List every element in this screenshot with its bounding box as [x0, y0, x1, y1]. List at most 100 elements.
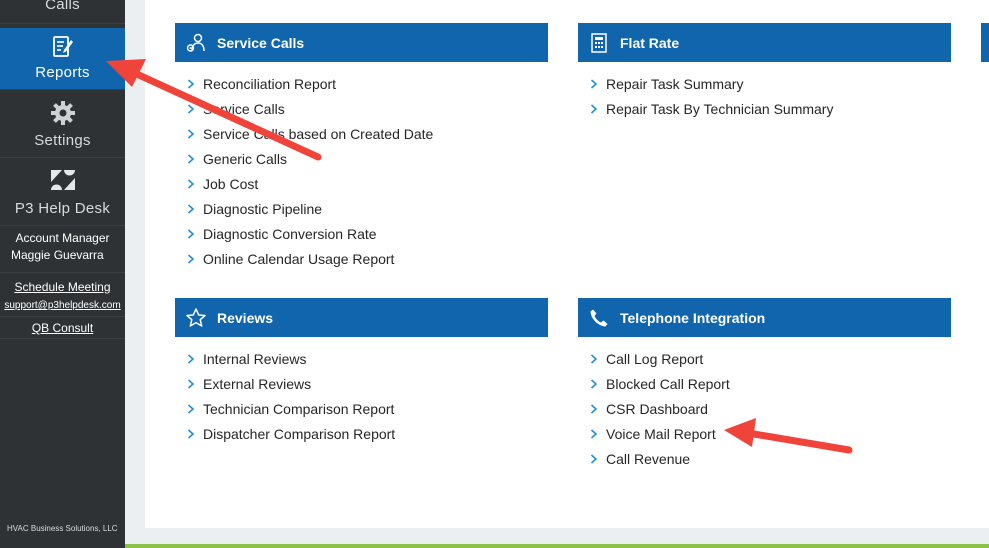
report-link-label: Call Log Report — [606, 350, 704, 367]
account-manager: Account Manager Maggie Guevarra — [0, 230, 125, 264]
chevron-right-icon — [590, 103, 606, 114]
report-list: Call Log Report Blocked Call Report CSR … — [578, 337, 951, 471]
report-link-external-reviews[interactable]: External Reviews — [187, 371, 548, 396]
chevron-right-icon — [187, 378, 203, 389]
chevron-right-icon — [590, 428, 606, 439]
sidebar-item-label: Reports — [35, 64, 90, 81]
panel-flat-rate: Flat Rate Repair Task Summary Repair Tas… — [578, 23, 951, 121]
chevron-right-icon — [187, 403, 203, 414]
report-link-label: Blocked Call Report — [606, 375, 730, 392]
chevron-right-icon — [187, 203, 203, 214]
panel-title: Service Calls — [217, 34, 305, 51]
chevron-right-icon — [187, 128, 203, 139]
report-edit-icon — [51, 34, 75, 65]
sidebar: Calls Reports Settings P3 Help Desk Acco… — [0, 0, 125, 548]
report-link-generic-calls[interactable]: Generic Calls — [187, 146, 548, 171]
panel-title: Telephone Integration — [620, 309, 766, 326]
report-link-job-cost[interactable]: Job Cost — [187, 171, 548, 196]
divider — [0, 338, 125, 339]
chevron-right-icon — [590, 403, 606, 414]
footer-company: HVAC Business Solutions, LLC — [7, 524, 118, 533]
zendesk-logo-icon — [49, 168, 77, 197]
report-link-blocked-call[interactable]: Blocked Call Report — [590, 371, 951, 396]
panel-service-calls: Service Calls Reconciliation Report Serv… — [175, 23, 548, 271]
schedule-meeting-link[interactable]: Schedule Meeting — [0, 280, 125, 294]
report-link-label: Job Cost — [203, 175, 259, 192]
chevron-right-icon — [187, 253, 203, 264]
chevron-right-icon — [187, 78, 203, 89]
panel-title: Flat Rate — [620, 34, 680, 51]
panel-header: Flat Rate — [578, 23, 951, 62]
panel-header: Telephone Integration — [578, 298, 951, 337]
report-link-label: Dispatcher Comparison Report — [203, 425, 396, 442]
report-link-dispatcher-comparison[interactable]: Dispatcher Comparison Report — [187, 421, 548, 446]
support-email-link[interactable]: support@p3helpdesk.com — [0, 300, 125, 311]
sidebar-item-helpdesk[interactable]: P3 Help Desk — [0, 160, 125, 226]
panel-header: Reviews — [175, 298, 548, 337]
report-list: Reconciliation Report Service Calls Serv… — [175, 62, 548, 271]
report-list: Internal Reviews External Reviews Techni… — [175, 337, 548, 446]
phone-icon — [588, 307, 610, 329]
report-link-call-log[interactable]: Call Log Report — [590, 346, 951, 371]
panel-title: Reviews — [217, 309, 274, 326]
account-manager-title: Account Manager — [15, 231, 110, 245]
sidebar-item-label: Settings — [34, 132, 91, 149]
qb-consult-link[interactable]: QB Consult — [0, 321, 125, 335]
report-link-internal-reviews[interactable]: Internal Reviews — [187, 346, 548, 371]
report-link-call-revenue[interactable]: Call Revenue — [590, 446, 951, 471]
report-link-label: CSR Dashboard — [606, 400, 708, 417]
sidebar-item-settings[interactable]: Settings — [0, 92, 125, 158]
sidebar-item-label: Calls — [45, 0, 80, 13]
report-link-label: Internal Reviews — [203, 350, 307, 367]
sidebar-item-calls[interactable]: Calls — [0, 0, 125, 24]
report-link-online-calendar[interactable]: Online Calendar Usage Report — [187, 246, 548, 271]
sidebar-item-label: P3 Help Desk — [14, 200, 111, 217]
panel-header-partial — [981, 23, 989, 62]
sidebar-item-reports[interactable]: Reports — [0, 28, 125, 90]
report-link-label: Online Calendar Usage Report — [203, 250, 395, 267]
technician-gear-icon — [185, 32, 207, 54]
chevron-right-icon — [187, 178, 203, 189]
report-link-voice-mail[interactable]: Voice Mail Report — [590, 421, 951, 446]
chevron-right-icon — [187, 353, 203, 364]
gear-icon — [50, 100, 76, 131]
report-link-label: Repair Task Summary — [606, 75, 744, 92]
chevron-right-icon — [187, 228, 203, 239]
star-outline-icon — [185, 307, 207, 329]
report-link-csr-dashboard[interactable]: CSR Dashboard — [590, 396, 951, 421]
report-link-label: Diagnostic Conversion Rate — [203, 225, 377, 242]
report-link-label: Technician Comparison Report — [203, 400, 395, 417]
account-manager-name: Maggie Guevarra — [11, 248, 104, 262]
report-link-label: Repair Task By Technician Summary — [606, 100, 834, 117]
report-link-label: Generic Calls — [203, 150, 288, 167]
report-link-label: Call Revenue — [606, 450, 691, 467]
report-link-label: Diagnostic Pipeline — [203, 200, 323, 217]
report-link-label: Service Calls — [203, 100, 285, 117]
chevron-right-icon — [590, 78, 606, 89]
report-link-diagnostic-pipeline[interactable]: Diagnostic Pipeline — [187, 196, 548, 221]
chevron-right-icon — [590, 453, 606, 464]
report-link-label: Reconciliation Report — [203, 75, 337, 92]
panel-reviews: Reviews Internal Reviews External Review… — [175, 298, 548, 446]
report-link-technician-comparison[interactable]: Technician Comparison Report — [187, 396, 548, 421]
bottom-strip — [125, 544, 989, 548]
report-link-repair-task-technician[interactable]: Repair Task By Technician Summary — [590, 96, 951, 121]
divider — [0, 272, 125, 273]
chevron-right-icon — [187, 428, 203, 439]
chevron-right-icon — [590, 353, 606, 364]
report-link-label: External Reviews — [203, 375, 312, 392]
report-link-diagnostic-conversion[interactable]: Diagnostic Conversion Rate — [187, 221, 548, 246]
panel-telephone-integration: Telephone Integration Call Log Report Bl… — [578, 298, 951, 471]
report-link-label: Voice Mail Report — [606, 425, 716, 442]
report-link-reconciliation[interactable]: Reconciliation Report — [187, 71, 548, 96]
report-link-service-calls[interactable]: Service Calls — [187, 96, 548, 121]
report-link-service-calls-created[interactable]: Service Calls based on Created Date — [187, 121, 548, 146]
report-link-repair-task-summary[interactable]: Repair Task Summary — [590, 71, 951, 96]
report-link-label: Service Calls based on Created Date — [203, 125, 434, 142]
panel-header: Service Calls — [175, 23, 548, 62]
divider — [0, 316, 125, 317]
report-list: Repair Task Summary Repair Task By Techn… — [578, 62, 951, 121]
price-sheet-icon — [588, 32, 610, 54]
chevron-right-icon — [590, 378, 606, 389]
chevron-right-icon — [187, 103, 203, 114]
